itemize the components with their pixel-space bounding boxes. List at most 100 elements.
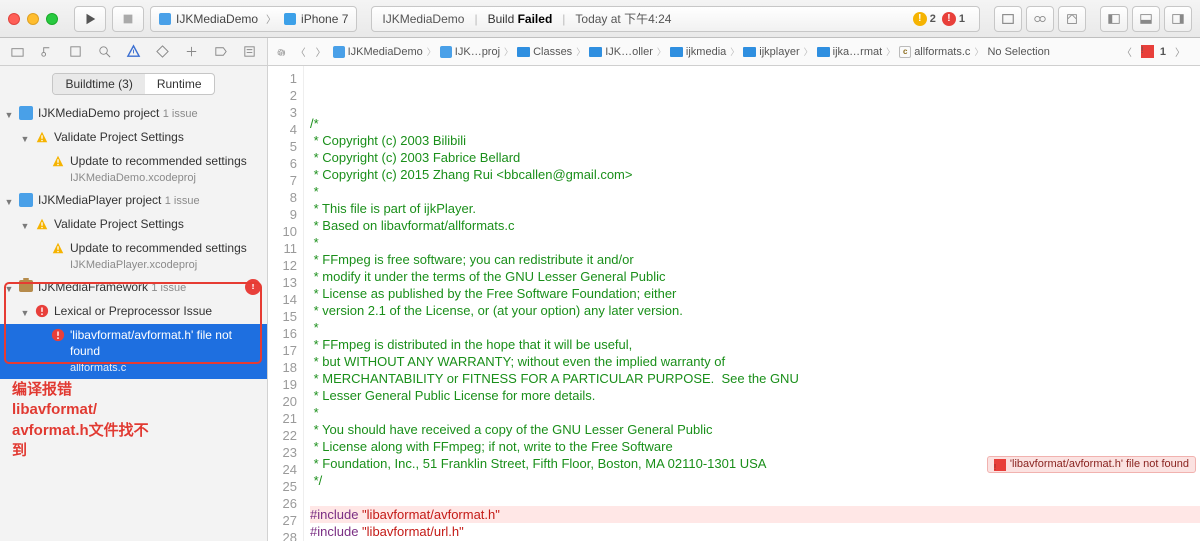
toolbar-right bbox=[994, 6, 1192, 32]
tree-issue[interactable]: Update to recommended settingsIJKMediaPl… bbox=[0, 237, 267, 276]
navigator-tabs bbox=[0, 38, 268, 65]
scheme-label: IJKMediaDemo bbox=[176, 12, 258, 26]
back-icon[interactable]: 〈 bbox=[293, 44, 309, 59]
tree-target[interactable]: ▼ IJKMediaFramework 1 issue ! bbox=[0, 276, 267, 300]
project-icon bbox=[333, 46, 345, 58]
inline-error-banner[interactable]: ! 'libavformat/avformat.h' file not foun… bbox=[987, 456, 1196, 473]
warning-icon bbox=[50, 240, 66, 255]
source-editor[interactable]: 1234567891011121314151617181920212223242… bbox=[268, 66, 1200, 541]
folder-icon bbox=[517, 47, 530, 57]
breadcrumb[interactable]: 𖡎 〈 〉 IJKMediaDemo〉 IJK…proj〉 Classes〉 I… bbox=[268, 38, 1200, 65]
tree-project[interactable]: ▼ IJKMediaDemo project 1 issue bbox=[0, 102, 267, 126]
crumb-err-count: 1 bbox=[1160, 46, 1166, 58]
error-icon bbox=[50, 327, 66, 342]
project-nav-icon[interactable] bbox=[4, 41, 31, 63]
crumb-4: ijkmedia bbox=[670, 46, 726, 58]
report-nav-icon[interactable] bbox=[236, 41, 263, 63]
issue-scope-segmented: Buildtime (3) Runtime bbox=[0, 66, 267, 102]
toggle-inspector-button[interactable] bbox=[1164, 6, 1192, 32]
briefcase-icon bbox=[18, 279, 34, 292]
editor-assistant-button[interactable] bbox=[1026, 6, 1054, 32]
folder-icon bbox=[589, 47, 602, 57]
forward-icon[interactable]: 〉 bbox=[313, 44, 329, 59]
tree-project[interactable]: ▼ IJKMediaPlayer project 1 issue bbox=[0, 189, 267, 213]
status-time: Today at 下午4:24 bbox=[575, 10, 671, 27]
crumb-1: IJK…proj bbox=[440, 46, 500, 58]
crumb-2: Classes bbox=[517, 46, 572, 58]
toggle-debug-button[interactable] bbox=[1132, 6, 1160, 32]
error-count-badge: ! bbox=[245, 279, 261, 295]
device-icon bbox=[284, 13, 296, 25]
buildtime-tab[interactable]: Buildtime (3) bbox=[53, 74, 144, 94]
app-icon bbox=[159, 13, 171, 25]
issue-nav-icon[interactable] bbox=[120, 41, 147, 63]
editor-standard-button[interactable] bbox=[994, 6, 1022, 32]
scheme-selector[interactable]: IJKMediaDemo 〉 iPhone 7 bbox=[150, 6, 357, 32]
status-project: IJKMediaDemo bbox=[382, 12, 464, 26]
zoom-window-icon[interactable] bbox=[46, 13, 58, 25]
runtime-tab[interactable]: Runtime bbox=[145, 74, 214, 94]
warning-icon bbox=[34, 129, 50, 144]
crumb-6: ijka…rmat bbox=[817, 46, 883, 58]
folder-icon bbox=[743, 47, 756, 57]
source-nav-icon[interactable] bbox=[33, 41, 60, 63]
issue-navigator: Buildtime (3) Runtime ▼ IJKMediaDemo pro… bbox=[0, 66, 268, 541]
tree-group[interactable]: ▼ Validate Project Settings bbox=[0, 126, 267, 150]
error-badge[interactable]: !1 bbox=[942, 12, 965, 26]
crumb-8: No Selection bbox=[987, 46, 1049, 58]
error-icon: ! bbox=[942, 12, 956, 26]
warning-badge[interactable]: !2 bbox=[913, 12, 936, 26]
project-icon bbox=[18, 192, 34, 207]
close-window-icon[interactable] bbox=[8, 13, 20, 25]
symbol-nav-icon[interactable] bbox=[62, 41, 89, 63]
disclosure-icon[interactable]: ▼ bbox=[20, 129, 30, 147]
folder-icon bbox=[817, 47, 830, 57]
code-area[interactable]: ! 'libavformat/avformat.h' file not foun… bbox=[304, 66, 1200, 541]
crumb-3: IJK…oller bbox=[589, 46, 653, 58]
error-icon bbox=[34, 303, 50, 318]
warning-icon bbox=[34, 216, 50, 231]
status-build: Build Failed bbox=[488, 12, 553, 26]
minimize-window-icon[interactable] bbox=[27, 13, 39, 25]
related-items-icon[interactable]: 𖡎 bbox=[274, 45, 289, 59]
debug-nav-icon[interactable] bbox=[178, 41, 205, 63]
project-icon bbox=[440, 46, 452, 58]
find-nav-icon[interactable] bbox=[91, 41, 118, 63]
window-controls bbox=[8, 13, 58, 25]
tree-group[interactable]: ▼ Lexical or Preprocessor Issue bbox=[0, 300, 267, 324]
annotation-text: 编译报错 libavformat/ avformat.h文件找不 到 bbox=[12, 380, 149, 461]
project-icon bbox=[18, 105, 34, 120]
disclosure-icon[interactable]: ▼ bbox=[4, 279, 14, 297]
activity-status: IJKMediaDemo | Build Failed | Today at 下… bbox=[371, 6, 980, 32]
prev-issue-icon[interactable]: 〈 bbox=[1119, 44, 1135, 59]
crumb-0: IJKMediaDemo bbox=[333, 46, 423, 58]
crumb-7: callformats.c bbox=[899, 46, 970, 58]
next-issue-icon[interactable]: 〉 bbox=[1172, 44, 1188, 59]
main-split: Buildtime (3) Runtime ▼ IJKMediaDemo pro… bbox=[0, 66, 1200, 541]
breakpoint-nav-icon[interactable] bbox=[207, 41, 234, 63]
warning-icon: ! bbox=[913, 12, 927, 26]
secondary-bar: 𖡎 〈 〉 IJKMediaDemo〉 IJK…proj〉 Classes〉 I… bbox=[0, 38, 1200, 66]
toggle-navigator-button[interactable] bbox=[1100, 6, 1128, 32]
disclosure-icon[interactable]: ▼ bbox=[4, 192, 14, 210]
chevron-right-icon: 〉 bbox=[263, 11, 279, 26]
stop-button[interactable] bbox=[112, 6, 144, 32]
disclosure-icon[interactable]: ▼ bbox=[20, 303, 30, 321]
error-icon: ! bbox=[994, 459, 1006, 471]
editor-version-button[interactable] bbox=[1058, 6, 1086, 32]
disclosure-icon[interactable]: ▼ bbox=[4, 105, 14, 123]
test-nav-icon[interactable] bbox=[149, 41, 176, 63]
issue-tree: ▼ IJKMediaDemo project 1 issue ▼ Validat… bbox=[0, 102, 267, 541]
c-file-icon: c bbox=[899, 46, 911, 58]
tree-group[interactable]: ▼ Validate Project Settings bbox=[0, 213, 267, 237]
line-gutter: 1234567891011121314151617181920212223242… bbox=[268, 66, 304, 541]
tree-issue-selected[interactable]: 'libavformat/avformat.h' file notfoundal… bbox=[0, 324, 267, 379]
warning-icon bbox=[50, 153, 66, 168]
folder-icon bbox=[670, 47, 683, 57]
destination-label: iPhone 7 bbox=[301, 12, 348, 26]
disclosure-icon[interactable]: ▼ bbox=[20, 216, 30, 234]
run-button[interactable] bbox=[74, 6, 106, 32]
top-toolbar: IJKMediaDemo 〉 iPhone 7 IJKMediaDemo | B… bbox=[0, 0, 1200, 38]
error-icon[interactable]: ! bbox=[1141, 45, 1154, 58]
tree-issue[interactable]: Update to recommended settingsIJKMediaDe… bbox=[0, 150, 267, 189]
